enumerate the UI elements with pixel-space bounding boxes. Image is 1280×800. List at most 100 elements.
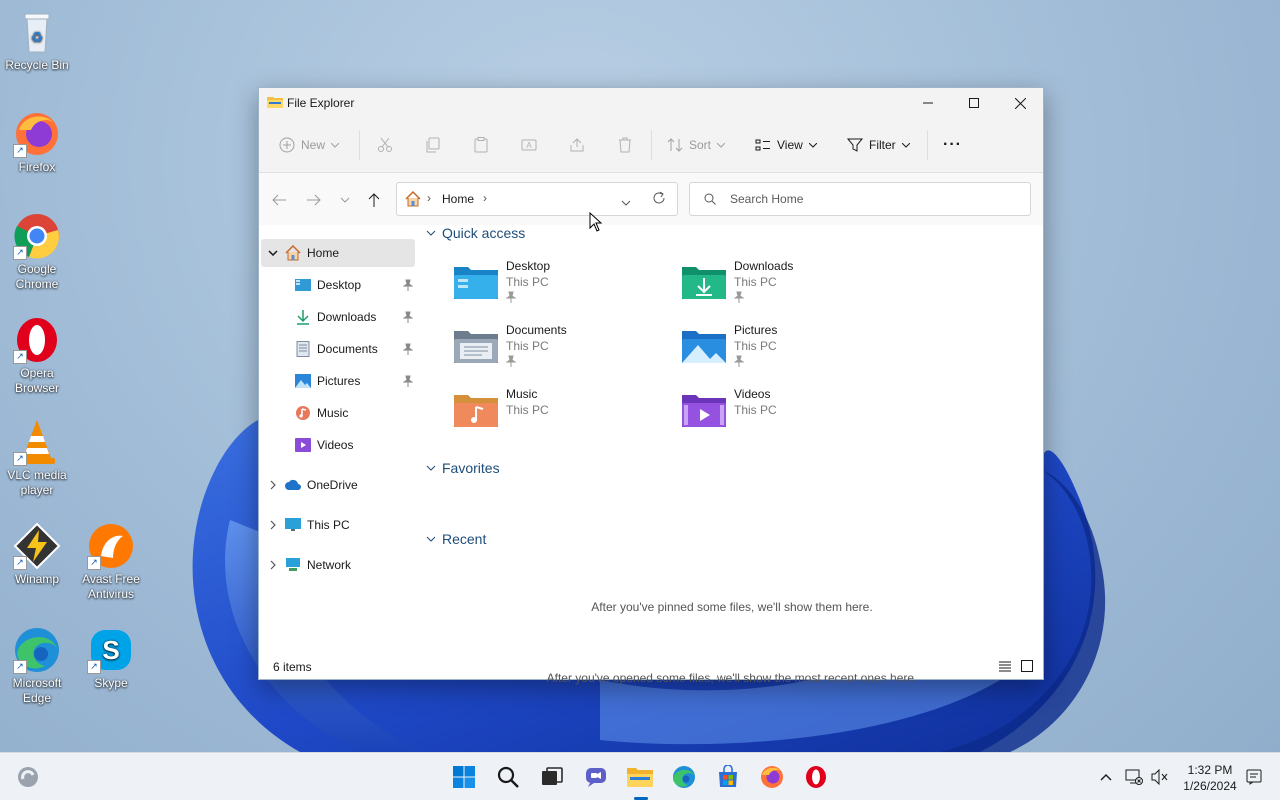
recent-header[interactable]: Recent [426, 531, 486, 547]
breadcrumb-chevron-icon[interactable]: › [483, 191, 487, 205]
store-button[interactable] [712, 761, 744, 793]
arrow-left-icon [272, 194, 286, 206]
paste-button[interactable] [473, 134, 489, 156]
widgets-button[interactable] [12, 761, 44, 793]
sidebar-item-network[interactable]: Network [261, 551, 415, 579]
pin-icon [402, 279, 414, 291]
search-button[interactable] [492, 761, 524, 793]
scissors-icon [378, 137, 392, 152]
start-button[interactable] [448, 761, 480, 793]
tile-name: Downloads [734, 259, 794, 273]
home-icon [285, 245, 301, 261]
quick-access-tile[interactable]: Downloads This PC [682, 255, 902, 311]
forward-button[interactable] [304, 190, 324, 210]
desktop-icon-edge[interactable]: ↗ Microsoft Edge [0, 626, 74, 706]
quick-access-tile[interactable]: Music This PC [454, 383, 674, 439]
start-icon [453, 766, 475, 788]
firefox-button[interactable] [756, 761, 788, 793]
desktop-icon-vlc[interactable]: ↗ VLC media player [0, 418, 74, 498]
file-explorer-window[interactable]: File Explorer New A Sort View Filter ···… [258, 87, 1044, 685]
desktop-icon-winamp[interactable]: ↗ Winamp [0, 522, 74, 587]
sidebar-item-onedrive[interactable]: OneDrive [261, 471, 415, 499]
refresh-button[interactable] [652, 191, 666, 208]
maximize-button[interactable] [951, 88, 997, 118]
breadcrumb-home[interactable]: Home [442, 192, 474, 206]
sort-button[interactable]: Sort [667, 134, 726, 156]
quick-access-heading: Quick access [442, 225, 526, 241]
quick-access-tile[interactable]: Videos This PC [682, 383, 902, 439]
chevron-down-icon[interactable] [261, 250, 285, 256]
desktop-icon-label: Avast Free Antivirus [82, 572, 140, 601]
desktop-folder-icon [454, 263, 498, 301]
more-options-button[interactable]: ··· [943, 134, 962, 156]
chevron-right-icon[interactable] [261, 520, 285, 530]
chevron-right-icon[interactable] [261, 560, 285, 570]
chevron-down-icon [426, 536, 436, 542]
favorites-header[interactable]: Favorites [426, 460, 500, 476]
desktop-icon-opera[interactable]: ↗ Opera Browser [0, 316, 74, 396]
desktop-icon-label: Skype [94, 676, 128, 690]
address-dropdown-button[interactable] [621, 195, 631, 209]
document-icon [295, 341, 311, 357]
file-explorer-button[interactable] [624, 761, 656, 793]
view-button[interactable]: View [755, 134, 817, 156]
quick-access-tile[interactable]: Documents This PC [454, 319, 674, 375]
rename-button[interactable]: A [521, 134, 537, 156]
sidebar-item-downloads[interactable]: Downloads [261, 303, 415, 331]
tile-name: Desktop [506, 259, 551, 273]
quick-access-tile[interactable]: Desktop This PC [454, 255, 674, 311]
desktop-icon-skype[interactable]: S ↗ Skype [74, 626, 148, 691]
sidebar-item-label: Home [307, 246, 340, 260]
sidebar-item-home[interactable]: Home [261, 239, 415, 267]
opera-button[interactable] [800, 761, 832, 793]
view-list-icon [755, 139, 770, 151]
sidebar-item-this-pc[interactable]: This PC [261, 511, 415, 539]
pin-icon [733, 291, 745, 303]
new-button[interactable]: New [279, 134, 340, 156]
quick-access-tile[interactable]: Pictures This PC [682, 319, 902, 375]
close-button[interactable] [997, 88, 1043, 118]
title-bar[interactable]: File Explorer [259, 88, 1043, 118]
sidebar-item-videos[interactable]: Videos [261, 431, 415, 459]
desktop-icon-chrome[interactable]: ↗ Google Chrome [0, 212, 74, 292]
chevron-right-icon[interactable] [261, 480, 285, 490]
back-button[interactable] [269, 190, 289, 210]
sidebar-item-label: This PC [307, 518, 350, 532]
separator [651, 130, 652, 160]
search-box[interactable]: Search Home [689, 182, 1031, 216]
volume-button[interactable] [1144, 761, 1176, 793]
tile-name: Videos [734, 387, 771, 401]
chat-button[interactable] [580, 761, 612, 793]
sidebar-item-pictures[interactable]: Pictures [261, 367, 415, 395]
details-view-button[interactable] [999, 661, 1011, 675]
up-button[interactable] [364, 190, 384, 210]
copy-button[interactable] [425, 134, 441, 156]
system-clock[interactable]: 1:32 PM 1/26/2024 [1178, 762, 1242, 794]
edge-button[interactable] [668, 761, 700, 793]
content-pane: Quick access Desktop This PC Downloads T… [422, 225, 1042, 685]
quick-access-header[interactable]: Quick access [426, 225, 525, 241]
filter-button[interactable]: Filter [847, 134, 910, 156]
cut-button[interactable] [377, 134, 393, 156]
recent-locations-button[interactable] [335, 190, 355, 210]
winamp-icon: ↗ [13, 522, 61, 570]
desktop-icon-firefox[interactable]: ↗ Firefox [0, 110, 74, 175]
download-icon [295, 309, 311, 325]
share-icon [570, 138, 584, 152]
delete-button[interactable] [617, 134, 633, 156]
video-icon [295, 437, 311, 453]
tiles-view-button[interactable] [1021, 660, 1033, 675]
task-view-button[interactable] [536, 761, 568, 793]
desktop-icon-recycle-bin[interactable]: ♻ Recycle Bin [0, 8, 74, 73]
search-input[interactable]: Search Home [730, 192, 803, 206]
address-bar[interactable]: › Home › [396, 182, 678, 216]
desktop-icon-avast[interactable]: ↗ Avast Free Antivirus [74, 522, 148, 602]
share-button[interactable] [569, 134, 585, 156]
shortcut-arrow-icon: ↗ [13, 556, 27, 570]
sidebar-item-documents[interactable]: Documents [261, 335, 415, 363]
sidebar-item-desktop[interactable]: Desktop [261, 271, 415, 299]
edge-icon: ↗ [13, 626, 61, 674]
minimize-button[interactable] [905, 88, 951, 118]
notifications-button[interactable] [1240, 761, 1268, 793]
sidebar-item-music[interactable]: Music [261, 399, 415, 427]
